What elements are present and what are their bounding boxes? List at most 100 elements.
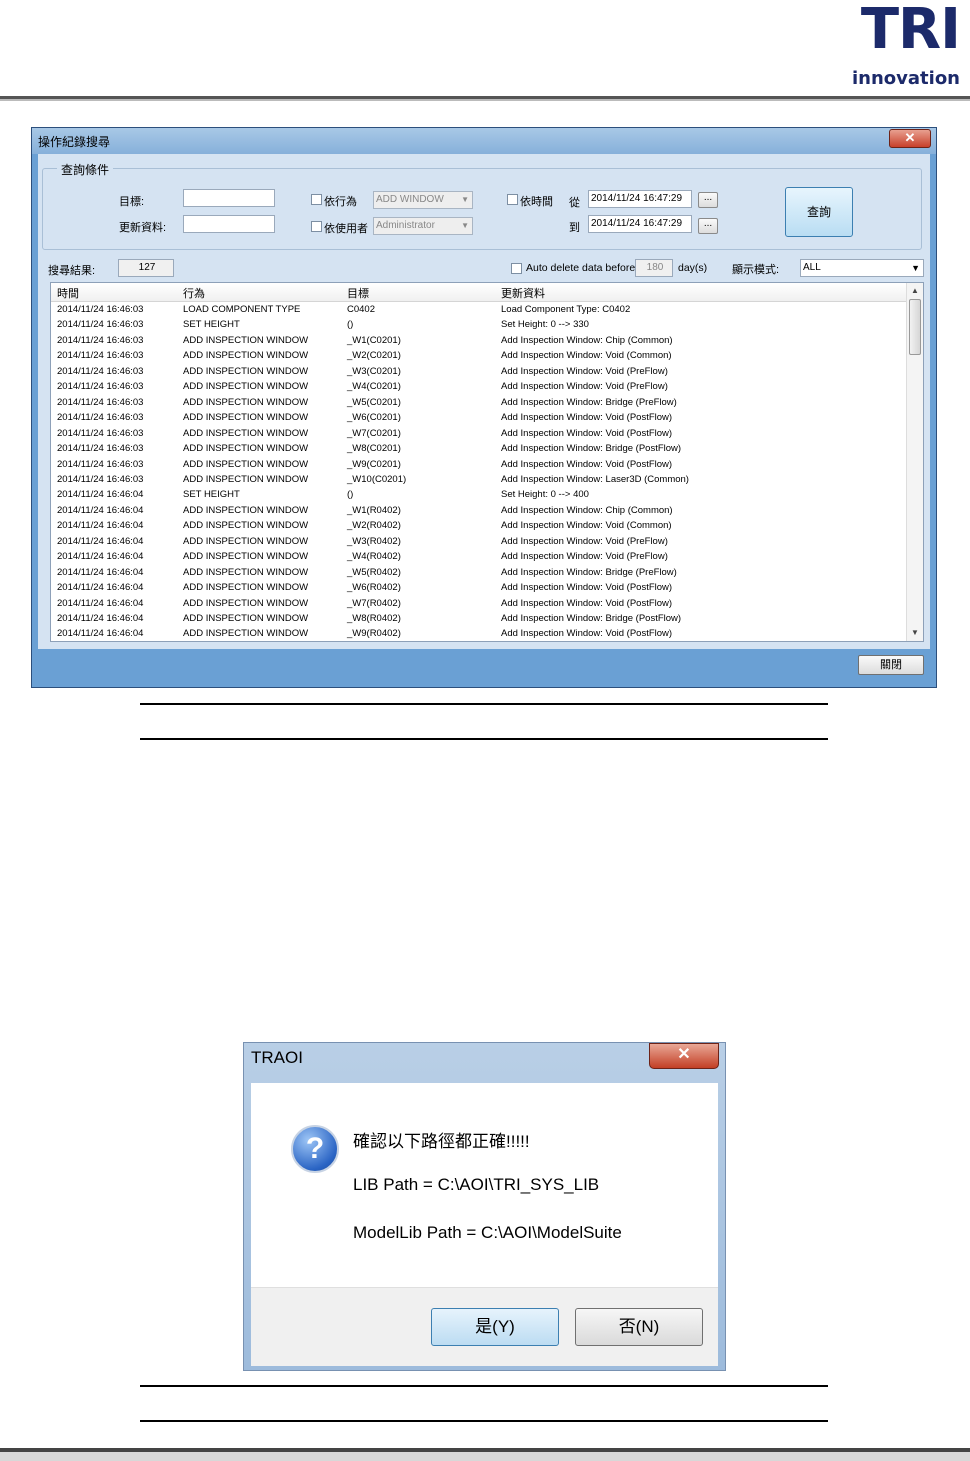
target-input[interactable] [183, 189, 275, 207]
table-cell: ADD INSPECTION WINDOW [183, 566, 309, 578]
question-icon: ? [291, 1125, 339, 1173]
window-client: 查詢條件 目標: 更新資料: 依行為 ADD WINDOW ▼ 依使用者 Adm… [38, 154, 930, 681]
dialog-body: ? 確認以下路徑都正確!!!!! LIB Path = C:\AOI\TRI_S… [251, 1083, 718, 1287]
table-row[interactable]: 2014/11/24 16:46:04 ADD INSPECTION WINDOW… [51, 503, 907, 518]
table-row[interactable]: 2014/11/24 16:46:04 ADD INSPECTION WINDOW… [51, 596, 907, 611]
table-row[interactable]: 2014/11/24 16:46:03 ADD INSPECTION WINDOW… [51, 426, 907, 441]
window-footer: 關閉 [38, 649, 930, 681]
caption-rule [140, 703, 828, 705]
table-row[interactable]: 2014/11/24 16:46:03 ADD INSPECTION WINDOW… [51, 333, 907, 348]
table-row[interactable]: 2014/11/24 16:46:03 ADD INSPECTION WINDOW… [51, 457, 907, 472]
column-header[interactable]: 目標 [347, 285, 369, 301]
table-cell: 2014/11/24 16:46:03 [57, 350, 144, 362]
window-title: 操作紀錄搜尋 [38, 135, 111, 149]
table-cell: _W1(C0201) [347, 334, 401, 346]
table-cell: SET HEIGHT [183, 489, 240, 501]
table-cell: _W10(C0201) [347, 473, 407, 485]
table-cell: 2014/11/24 16:46:04 [57, 504, 144, 516]
table-cell: ADD INSPECTION WINDOW [183, 396, 309, 408]
table-cell: _W5(R0402) [347, 566, 401, 578]
table-cell: _W3(C0201) [347, 365, 401, 377]
table-row[interactable]: 2014/11/24 16:46:03 SET HEIGHT () Set Heigh… [51, 317, 907, 332]
dialog-close-button[interactable]: ✕ [649, 1043, 719, 1069]
table-cell: ADD INSPECTION WINDOW [183, 365, 309, 377]
action-dropdown[interactable]: ADD WINDOW ▼ [373, 191, 473, 209]
logo-main-text: TRI [860, 0, 961, 62]
chevron-down-icon: ▼ [911, 263, 920, 273]
vertical-scrollbar[interactable]: ▲ ▼ [906, 283, 923, 641]
table-cell: 2014/11/24 16:46:03 [57, 396, 144, 408]
scroll-thumb[interactable] [909, 299, 921, 355]
window-titlebar[interactable]: 操作紀錄搜尋 ✕ [32, 128, 936, 154]
table-cell: 2014/11/24 16:46:03 [57, 381, 144, 393]
from-picker-button[interactable]: ... [698, 192, 718, 208]
yes-button[interactable]: 是(Y) [431, 1308, 559, 1346]
update-input[interactable] [183, 215, 275, 233]
table-cell: 2014/11/24 16:46:03 [57, 427, 144, 439]
no-button[interactable]: 否(N) [575, 1308, 703, 1346]
table-cell: ADD INSPECTION WINDOW [183, 334, 309, 346]
by-user-checkbox[interactable] [311, 221, 322, 232]
table-cell: ADD INSPECTION WINDOW [183, 535, 309, 547]
dialog-title: TRAOI [251, 1048, 303, 1067]
table-row[interactable]: 2014/11/24 16:46:03 ADD INSPECTION WINDOW… [51, 379, 907, 394]
dialog-message-line1: 確認以下路徑都正確!!!!! [353, 1132, 530, 1151]
table-row[interactable]: 2014/11/24 16:46:04 SET HEIGHT () Set Heigh… [51, 487, 907, 502]
by-time-checkbox[interactable] [507, 194, 518, 205]
table-cell: ADD INSPECTION WINDOW [183, 381, 309, 393]
table-cell: Add Inspection Window: Void (PostFlow) [501, 582, 673, 594]
table-cell: Add Inspection Window: Bridge (PostFlow) [501, 443, 682, 455]
table-row[interactable]: 2014/11/24 16:46:04 ADD INSPECTION WINDOW… [51, 534, 907, 549]
query-button[interactable]: 查詢 [785, 187, 853, 237]
table-cell: _W7(R0402) [347, 597, 401, 609]
table-row[interactable]: 2014/11/24 16:46:04 ADD INSPECTION WINDOW… [51, 549, 907, 564]
action-dropdown-value: ADD WINDOW [376, 194, 444, 205]
auto-delete-checkbox[interactable] [511, 263, 522, 274]
table-cell: Add Inspection Window: Void (Common) [501, 350, 672, 362]
group-title: 查詢條件 [57, 161, 114, 178]
table-cell: Set Height: 0 --> 400 [501, 489, 589, 501]
by-time-label: 依時間 [520, 196, 553, 208]
table-row[interactable]: 2014/11/24 16:46:03 ADD INSPECTION WINDOW… [51, 472, 907, 487]
table-row[interactable]: 2014/11/24 16:46:03 ADD INSPECTION WINDOW… [51, 441, 907, 456]
user-dropdown[interactable]: Administrator ▼ [373, 217, 473, 235]
from-datetime-input[interactable]: 2014/11/24 16:47:29 [588, 190, 692, 208]
table-cell: ADD INSPECTION WINDOW [183, 504, 309, 516]
table-cell: 2014/11/24 16:46:04 [57, 520, 144, 532]
table-row[interactable]: 2014/11/24 16:46:03 ADD INSPECTION WINDOW… [51, 364, 907, 379]
display-mode-dropdown[interactable]: ALL ▼ [800, 259, 924, 277]
by-action-checkbox[interactable] [311, 194, 322, 205]
user-dropdown-value: Administrator [376, 220, 435, 231]
target-label: 目標: [119, 196, 145, 208]
table-cell: Add Inspection Window: Void (PreFlow) [501, 365, 668, 377]
table-cell: 2014/11/24 16:46:04 [57, 628, 144, 640]
table-row[interactable]: 2014/11/24 16:46:03 ADD INSPECTION WINDOW… [51, 410, 907, 425]
table-row[interactable]: 2014/11/24 16:46:03 ADD INSPECTION WINDOW… [51, 348, 907, 363]
table-row[interactable]: 2014/11/24 16:46:04 ADD INSPECTION WINDOW… [51, 580, 907, 595]
table-cell: LOAD COMPONENT TYPE [183, 304, 301, 315]
column-header[interactable]: 行為 [183, 285, 205, 301]
table-row[interactable]: 2014/11/24 16:46:04 ADD INSPECTION WINDOW… [51, 611, 907, 626]
to-picker-button[interactable]: ... [698, 218, 718, 234]
table-row[interactable]: 2014/11/24 16:46:03 ADD INSPECTION WINDOW… [51, 395, 907, 410]
column-header[interactable]: 時間 [57, 285, 79, 301]
close-button[interactable]: 關閉 [858, 655, 924, 675]
table-cell: 2014/11/24 16:46:04 [57, 582, 144, 594]
window-close-button[interactable]: ✕ [889, 129, 931, 148]
table-row[interactable]: 2014/11/24 16:46:04 ADD INSPECTION WINDOW… [51, 518, 907, 533]
table-cell: ADD INSPECTION WINDOW [183, 350, 309, 362]
table-row[interactable]: 2014/11/24 16:46:04 ADD INSPECTION WINDOW… [51, 565, 907, 580]
to-datetime-input[interactable]: 2014/11/24 16:47:29 [588, 215, 692, 233]
scroll-down-icon[interactable]: ▼ [907, 625, 923, 641]
auto-delete-days-input[interactable]: 180 [635, 259, 673, 277]
column-header[interactable]: 更新資料 [501, 285, 545, 301]
table-row[interactable]: 2014/11/24 16:46:04 ADD INSPECTION WINDOW… [51, 626, 907, 641]
table-row[interactable]: 2014/11/24 16:46:03 LOAD COMPONENT TYPE C0… [51, 302, 907, 317]
scroll-up-icon[interactable]: ▲ [907, 283, 923, 299]
confirm-dialog: TRAOI ✕ ? 確認以下路徑都正確!!!!! LIB Path = C:\A… [243, 1042, 726, 1371]
table-cell: 2014/11/24 16:46:04 [57, 535, 144, 547]
by-action-label: 依行為 [324, 196, 357, 208]
caption-rule [140, 1385, 828, 1387]
dialog-button-bar: 是(Y) 否(N) [251, 1287, 718, 1366]
days-unit-label: day(s) [678, 262, 708, 274]
